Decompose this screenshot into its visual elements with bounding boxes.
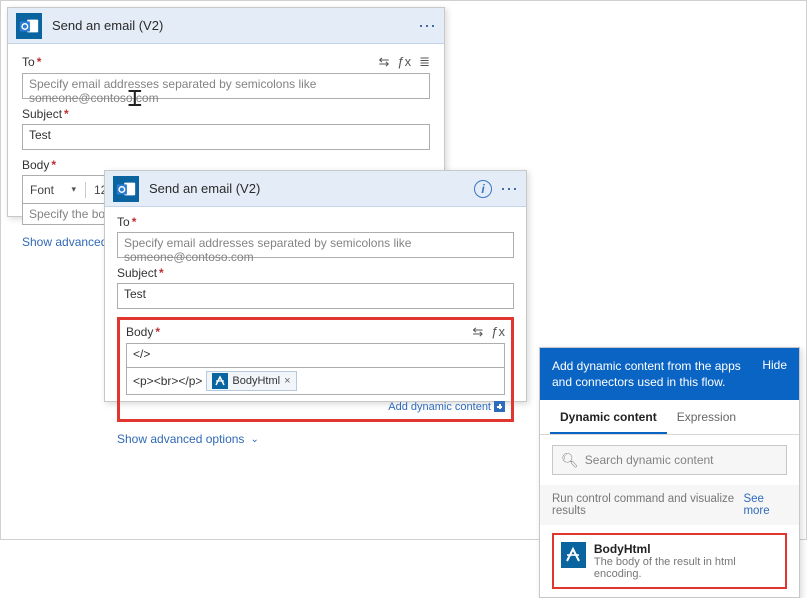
card-header: Send an email (V2) ⋯ — [8, 8, 444, 44]
font-dropdown[interactable]: Font▾ — [27, 180, 79, 200]
outlook-icon — [113, 176, 139, 202]
kusto-icon — [561, 542, 586, 568]
body-html-prefix: <p><br></p> — [133, 374, 202, 388]
chevron-down-icon: ⌄ — [250, 434, 258, 445]
card-header: Send an email (V2) i ⋯ — [105, 171, 526, 207]
body-label: Body — [22, 158, 49, 172]
bodyhtml-token[interactable]: BodyHtml × — [206, 371, 296, 391]
text-cursor-icon: Ꮖ — [128, 86, 142, 112]
more-icon[interactable]: ⋯ — [418, 17, 436, 35]
required-mark: * — [37, 55, 42, 69]
panel-header-text: Add dynamic content from the apps and co… — [552, 358, 754, 390]
tab-dynamic-content[interactable]: Dynamic content — [550, 400, 667, 434]
filter-icon[interactable]: ⇆ — [472, 324, 483, 340]
card-title: Send an email (V2) — [149, 181, 474, 196]
panel-tabs: Dynamic content Expression — [540, 400, 799, 435]
token-label: BodyHtml — [232, 375, 280, 387]
subject-field: Subject* Test — [117, 266, 514, 309]
subject-label: Subject — [117, 266, 157, 280]
expand-icon — [494, 401, 505, 412]
to-label: To — [22, 55, 35, 69]
tab-expression[interactable]: Expression — [667, 400, 746, 434]
advanced-options-link[interactable]: Show advanced options⌄ — [117, 432, 259, 446]
add-dynamic-content-link[interactable]: Add dynamic content — [126, 399, 505, 413]
fx-icon[interactable]: ƒx — [491, 324, 505, 340]
section-title: Run control command and visualize result… — [552, 493, 743, 517]
email-card-front: Send an email (V2) i ⋯ To* Specify email… — [104, 170, 527, 402]
to-field: To* ⇆ ƒx ≣ Specify email addresses separ… — [22, 54, 430, 99]
required-mark: * — [155, 325, 160, 339]
subject-input[interactable]: Test — [22, 124, 430, 150]
search-placeholder: Search dynamic content — [585, 453, 714, 467]
subject-label: Subject — [22, 107, 62, 121]
kusto-icon — [212, 373, 228, 389]
hide-link[interactable]: Hide — [762, 358, 787, 372]
see-more-link[interactable]: See more — [743, 493, 787, 517]
required-mark: * — [159, 266, 164, 280]
to-input[interactable]: Specify email addresses separated by sem… — [22, 73, 430, 99]
to-field: To* Specify email addresses separated by… — [117, 215, 514, 258]
to-label: To — [117, 215, 130, 229]
item-title: BodyHtml — [594, 542, 778, 556]
dynamic-item-bodyhtml[interactable]: BodyHtml The body of the result in html … — [552, 533, 787, 589]
body-label: Body — [126, 325, 153, 339]
body-code-editor[interactable]: </> — [126, 343, 505, 367]
required-mark: * — [132, 215, 137, 229]
body-block-highlight: Body* ⇆ ƒx </> <p><br></p> BodyHtml × Ad… — [117, 317, 514, 422]
subject-field: Subject* Test — [22, 107, 430, 150]
body-token-line[interactable]: <p><br></p> BodyHtml × — [126, 367, 505, 395]
chevron-down-icon: ▾ — [71, 184, 76, 195]
required-mark: * — [64, 107, 69, 121]
item-desc: The body of the result in html encoding. — [594, 556, 778, 580]
dynamic-content-panel: Add dynamic content from the apps and co… — [539, 347, 800, 598]
outlook-icon — [16, 13, 42, 39]
panel-header: Add dynamic content from the apps and co… — [540, 348, 799, 400]
info-icon[interactable]: i — [474, 180, 492, 198]
more-icon[interactable]: ⋯ — [500, 180, 518, 198]
filter-icon[interactable]: ⇆ — [378, 54, 389, 70]
to-input[interactable]: Specify email addresses separated by sem… — [117, 232, 514, 258]
search-input[interactable]: 🔍︎ Search dynamic content — [552, 445, 787, 475]
list-icon[interactable]: ≣ — [419, 54, 430, 70]
card-title: Send an email (V2) — [52, 18, 418, 33]
search-icon: 🔍︎ — [561, 452, 579, 469]
section-header: Run control command and visualize result… — [540, 485, 799, 525]
token-remove-icon[interactable]: × — [284, 375, 290, 387]
required-mark: * — [51, 158, 56, 172]
fx-icon[interactable]: ƒx — [397, 54, 411, 70]
subject-input[interactable]: Test — [117, 283, 514, 309]
